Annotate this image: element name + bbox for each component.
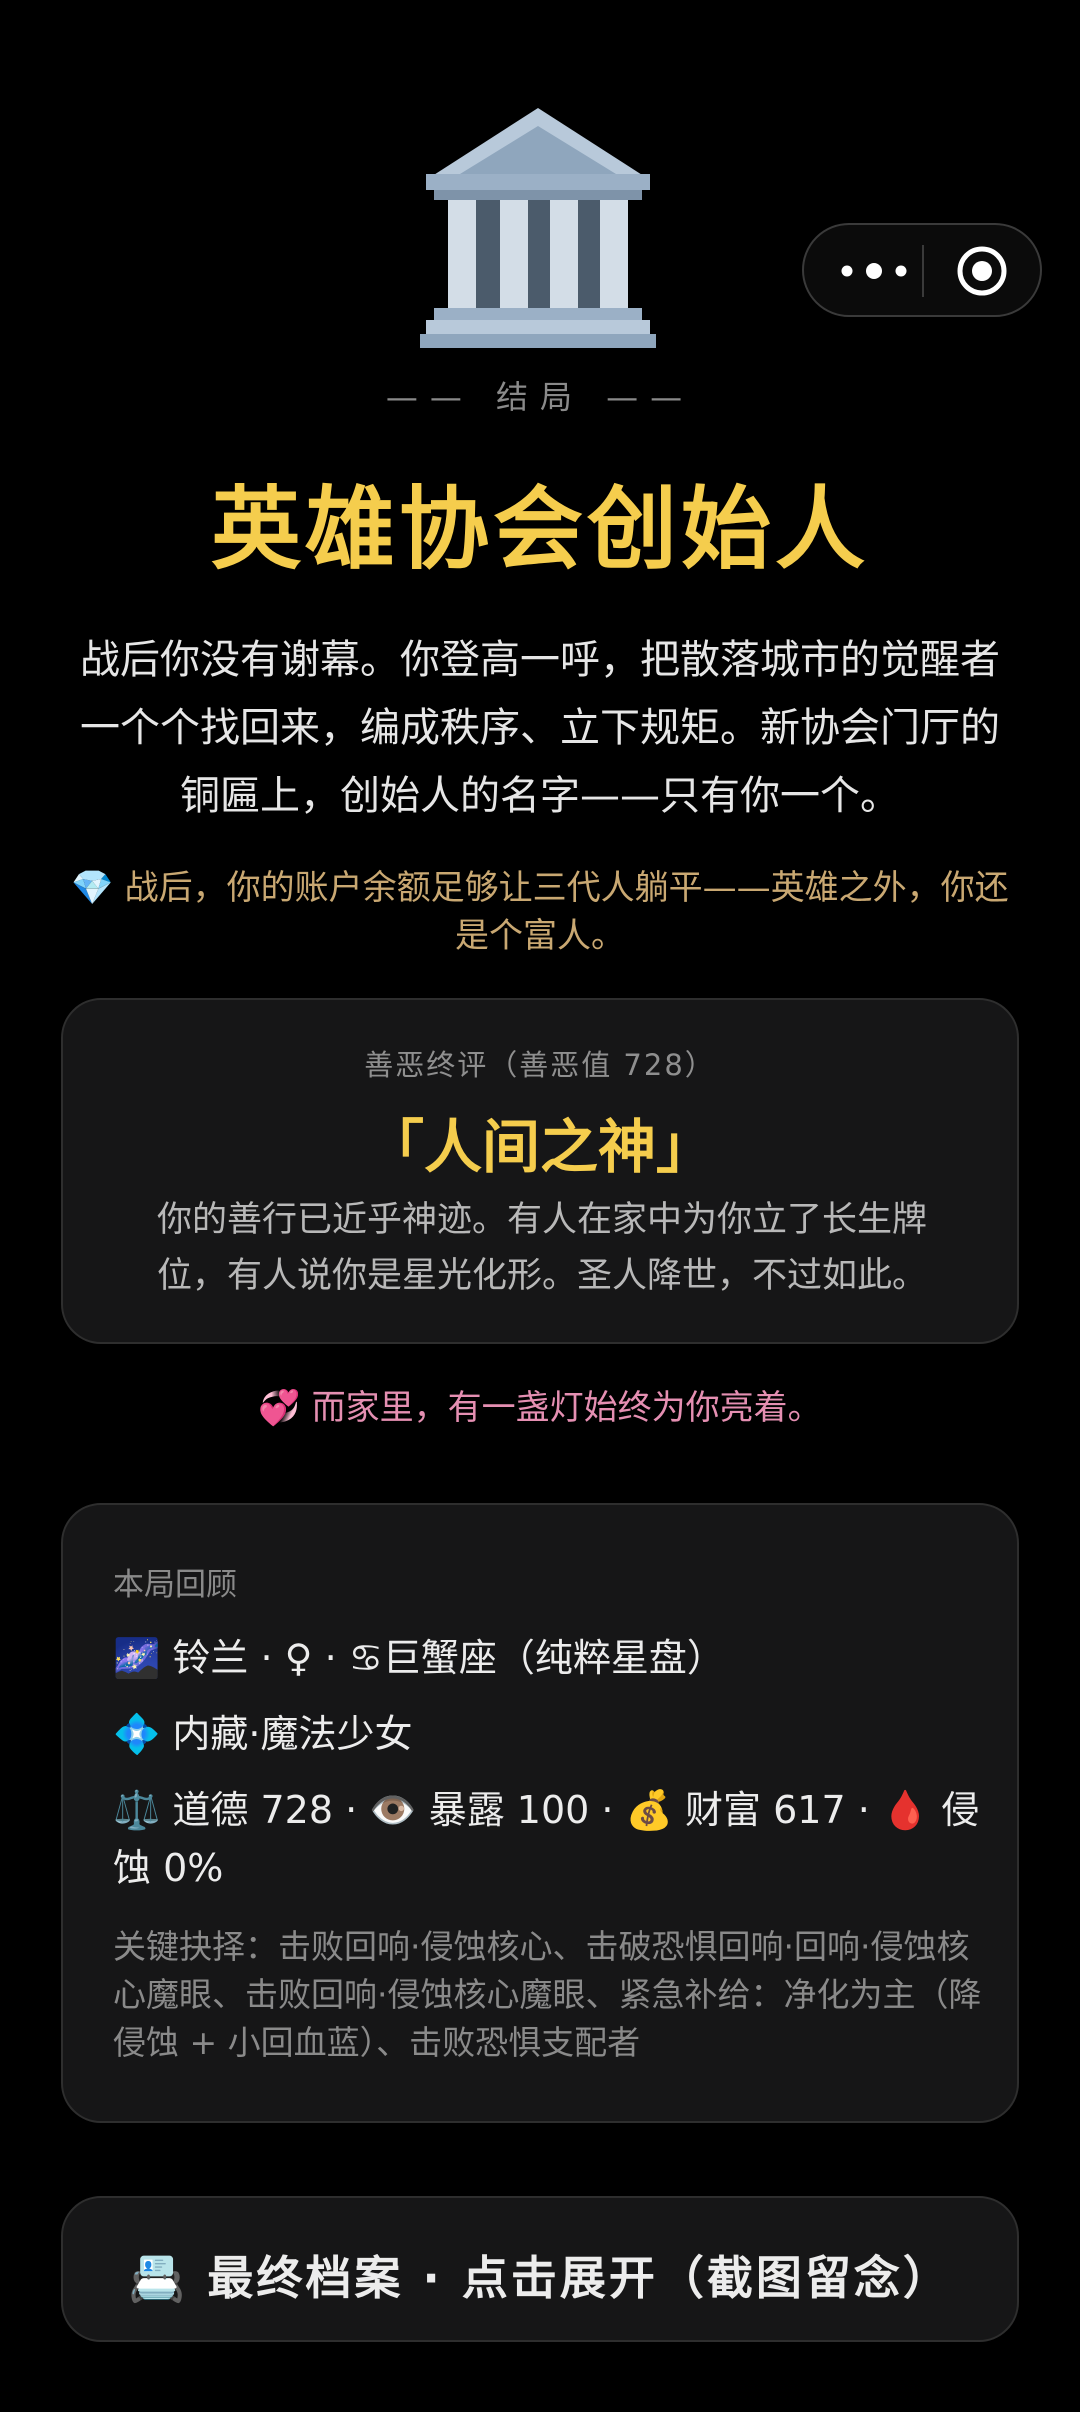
class-text: 内藏·魔法少女 (172, 1712, 413, 1756)
verdict-description: 你的善行已近乎神迹。有人在家中为你立了长生牌位，有人说你是星光化形。圣人降世，不… (156, 1200, 927, 1296)
hearts-icon: 💞 (258, 1388, 301, 1428)
archive-text: 最终档案 · 点击展开（截图留念） (207, 2251, 952, 2305)
wealth-text: 战后，你的账户余额足够让三代人躺平——英雄之外，你还是个富人。 (124, 868, 1009, 956)
more-dots-icon[interactable] (834, 251, 914, 291)
gem-icon: 💎 (71, 868, 114, 908)
identity-line: 🌌 铃兰 · ♀ · ♋巨蟹座（纯粹星盘） (113, 1629, 993, 1687)
capsule-divider (922, 245, 924, 297)
verdict-name: 「人间之神」 (365, 1113, 714, 1181)
ending-story: 战后你没有谢幕。你登高一呼，把散落城市的觉醒者一个个找回来，编成秩序、立下规矩。… (80, 637, 1000, 819)
morality-verdict-card: 善恶终评（善恶值 728） 「人间之神」 你的善行已近乎神迹。有人在家中为你立了… (61, 998, 1019, 1344)
card-index-icon: 📇 (128, 2251, 189, 2305)
eye-icon: 👁️ (369, 1788, 417, 1832)
class-line: 💠 内藏·魔法少女 (113, 1705, 993, 1763)
key-choices: 关键抉择：击败回响·侵蚀核心、击破恐惧回响·回响·侵蚀核心魔眼、击败回响·侵蚀核… (113, 1927, 982, 2062)
review-heading: 本局回顾 (113, 1567, 237, 1603)
classical-building-icon (420, 108, 656, 348)
target-close-icon[interactable] (954, 245, 1010, 297)
scales-icon: ⚖️ (113, 1788, 161, 1832)
money-bag-icon: 💰 (625, 1788, 673, 1832)
blood-drop-icon: 🩸 (881, 1788, 930, 1832)
wealth-note: 💎 战后，你的账户余额足够让三代人躺平——英雄之外，你还是个富人。 (70, 864, 1010, 960)
final-archive-button[interactable]: 📇 最终档案 · 点击展开（截图留念） (61, 2196, 1019, 2342)
verdict-title: 善恶终评（善恶值 728） (364, 1048, 716, 1082)
cancer-zodiac-icon: ♋ (348, 1636, 383, 1680)
archive-label: 📇 最终档案 · 点击展开（截图留念） (63, 2242, 1017, 2308)
galaxy-icon: 🌌 (113, 1636, 161, 1680)
ending-title: 英雄协会创始人 (211, 477, 869, 582)
zodiac-text: 巨蟹座（纯粹星盘） (382, 1636, 725, 1680)
identity-text: 铃兰 · ♀ · (172, 1636, 349, 1680)
round-review-card: 本局回顾 🌌 铃兰 · ♀ · ♋巨蟹座（纯粹星盘） 💠 内藏·魔法少女 ⚖️ … (61, 1503, 1019, 2123)
mini-program-capsule (802, 223, 1042, 317)
family-note: 💞 而家里，有一盏灯始终为你亮着。 (0, 1380, 1080, 1429)
stats-line: ⚖️ 道德 728 · 👁️ 暴露 100 · 💰 财富 617 · 🩸 侵蚀 … (113, 1788, 980, 1890)
ending-label: —— 结局 —— (385, 378, 695, 416)
stat-exposure: 暴露 100 (428, 1788, 590, 1832)
diamond-icon: 💠 (113, 1712, 161, 1756)
family-text: 而家里，有一盏灯始终为你亮着。 (311, 1388, 822, 1428)
stat-wealth: 财富 617 (685, 1788, 846, 1832)
stat-morality: 道德 728 (172, 1788, 334, 1832)
